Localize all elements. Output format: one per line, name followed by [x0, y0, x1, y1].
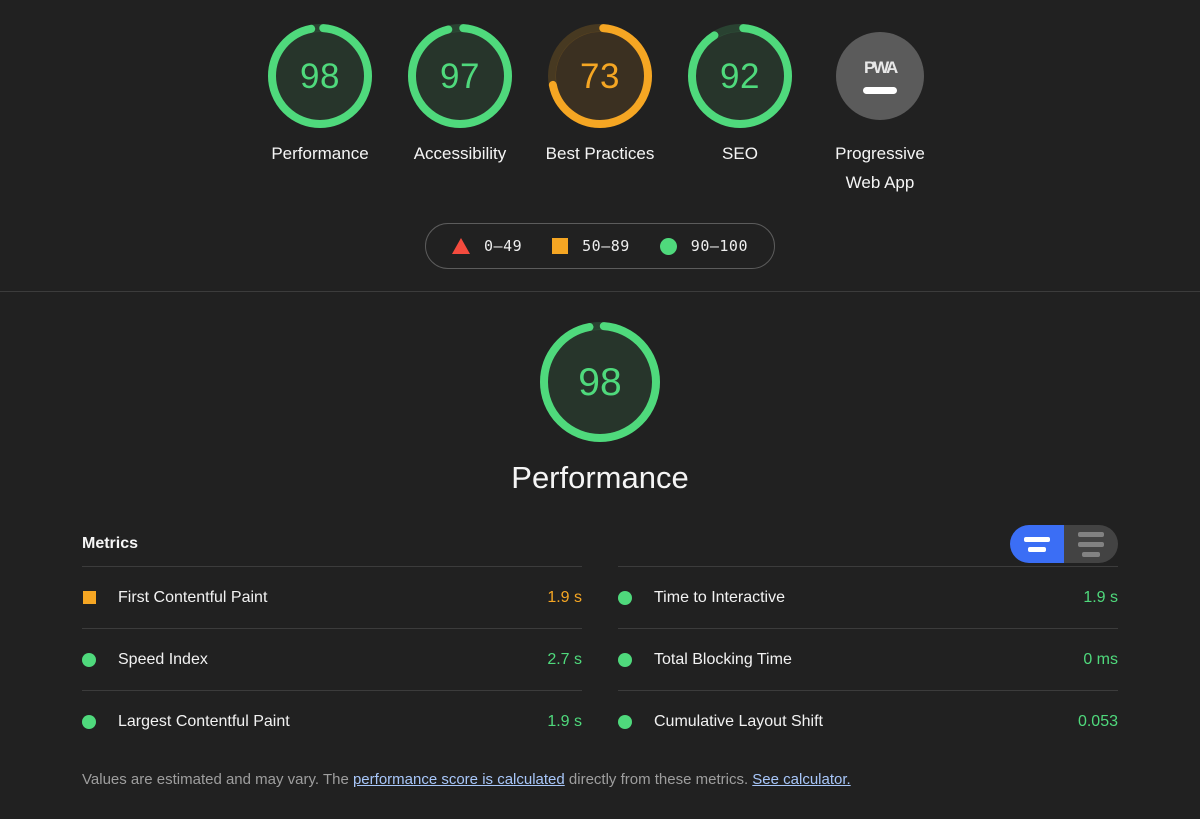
detail-view-icon-bar-1: [1078, 531, 1104, 537]
metric-marker: [82, 714, 96, 729]
legend-row: 0–49 50–89 90–100: [0, 223, 1200, 269]
see-calculator-link[interactable]: See calculator.: [752, 771, 850, 788]
circle-icon: [618, 590, 632, 605]
circle-icon: [659, 237, 677, 255]
circle-icon: [618, 714, 632, 729]
metrics-header: Metrics: [82, 522, 1118, 566]
metric-name: First Contentful Paint: [118, 588, 268, 606]
legend-range: 0–49: [484, 237, 523, 255]
metric-row[interactable]: Largest Contentful Paint 1.9 s: [82, 690, 582, 752]
legend-item-fail: 0–49: [452, 237, 522, 255]
metric-name: Cumulative Layout Shift: [654, 712, 823, 730]
pwa-badge: PWA: [836, 32, 924, 120]
score-gauge-best-practices[interactable]: 73 Best Practices: [541, 24, 659, 168]
metrics-block: Metrics First Contentful Paint 1.9 s Speed…: [0, 522, 1200, 791]
metric-marker: [82, 652, 96, 667]
performance-category: 98 Performance Metrics First Contentful …: [0, 292, 1200, 791]
gauge-ring: 97: [408, 24, 512, 128]
metric-value: 0.053: [1077, 712, 1118, 730]
gauge-label: Best Practices: [545, 144, 655, 163]
circle-icon: [82, 714, 96, 729]
metric-name: Total Blocking Time: [654, 650, 792, 668]
metric-row[interactable]: Total Blocking Time 0 ms: [618, 628, 1118, 690]
gauge-label: Accessibility: [413, 144, 507, 163]
metrics-column: Time to Interactive 1.9 s Total Blocking T…: [618, 566, 1118, 752]
simple-view-icon-bar-1: [1024, 536, 1050, 542]
triangle-icon: [452, 238, 471, 254]
gauge-ring: 98: [268, 24, 372, 128]
gauge-label: SEO: [722, 144, 758, 163]
metric-row[interactable]: First Contentful Paint 1.9 s: [82, 566, 582, 628]
circle-icon: [618, 652, 632, 667]
gauge-score-value: 98: [300, 56, 340, 96]
metrics-disclaimer: Values are estimated and may vary. The p…: [82, 769, 1118, 791]
performance-gauge-score: 98: [578, 360, 622, 404]
legend-item-average: 50–89: [552, 237, 630, 255]
metric-name: Speed Index: [118, 650, 208, 668]
disclaimer-text-2: directly from these metrics.: [564, 771, 753, 788]
gauge-label: Performance: [271, 144, 369, 163]
metric-row[interactable]: Speed Index 2.7 s: [82, 628, 582, 690]
square-icon: [82, 591, 96, 604]
metrics-columns: First Contentful Paint 1.9 s Speed Index 2.…: [82, 566, 1118, 752]
toggle-detail-view[interactable]: [1064, 525, 1118, 563]
score-gauge-pwa[interactable]: PWA Progressive Web App: [821, 24, 939, 197]
detail-view-icon-bar-3: [1082, 551, 1100, 557]
metric-marker: [82, 591, 96, 604]
metric-value: 1.9 s: [547, 712, 582, 730]
simple-view-icon-bar-2: [1028, 546, 1046, 552]
legend-range: 90–100: [690, 237, 748, 255]
toggle-simple-view[interactable]: [1010, 525, 1064, 563]
metric-marker: [618, 652, 632, 667]
gauges-container: 98 Performance 97 Accessibility 73 Best Pra…: [0, 24, 1200, 197]
metric-name: Largest Contentful Paint: [118, 712, 290, 730]
gauge-ring: 92: [688, 24, 792, 128]
gauge-label: Progressive Web App: [835, 144, 925, 192]
legend-range: 50–89: [582, 237, 630, 255]
pwa-dash-icon: [863, 87, 897, 94]
metric-marker: [618, 590, 632, 605]
metric-row[interactable]: Cumulative Layout Shift 0.053: [618, 690, 1118, 752]
pwa-text: PWA: [863, 58, 898, 77]
square-icon: [552, 238, 569, 254]
metrics-view-toggle[interactable]: [1010, 525, 1118, 563]
metric-row[interactable]: Time to Interactive 1.9 s: [618, 566, 1118, 628]
metric-value: 0 ms: [1083, 650, 1118, 668]
score-legend: 0–49 50–89 90–100: [425, 223, 775, 269]
metric-name: Time to Interactive: [654, 588, 786, 606]
performance-score-link[interactable]: performance score is calculated: [353, 771, 565, 788]
metrics-column: First Contentful Paint 1.9 s Speed Index 2.…: [82, 566, 582, 752]
legend-item-pass: 90–100: [659, 237, 748, 255]
scores-section: 98 Performance 97 Accessibility 73 Best Pra…: [0, 0, 1200, 292]
performance-gauge: 98: [540, 322, 660, 442]
gauge-score-value: 73: [580, 56, 620, 96]
metric-value: 1.9 s: [1083, 588, 1118, 606]
score-gauge-performance[interactable]: 98 Performance: [261, 24, 379, 168]
detail-view-icon-bar-2: [1078, 541, 1104, 547]
page-title: Performance: [511, 460, 689, 495]
gauge-score-value: 97: [440, 56, 480, 96]
metric-value: 1.9 s: [547, 588, 582, 606]
category-header: 98 Performance: [0, 322, 1200, 496]
score-gauge-accessibility[interactable]: 97 Accessibility: [401, 24, 519, 168]
metrics-title: Metrics: [82, 535, 139, 552]
metric-value: 2.7 s: [547, 650, 582, 668]
gauge-score-value: 92: [720, 56, 760, 96]
score-gauge-seo[interactable]: 92 SEO: [681, 24, 799, 168]
metric-marker: [618, 714, 632, 729]
gauge-ring: 73: [548, 24, 652, 128]
disclaimer-text-1: Values are estimated and may vary. The: [82, 771, 353, 788]
circle-icon: [82, 652, 96, 667]
